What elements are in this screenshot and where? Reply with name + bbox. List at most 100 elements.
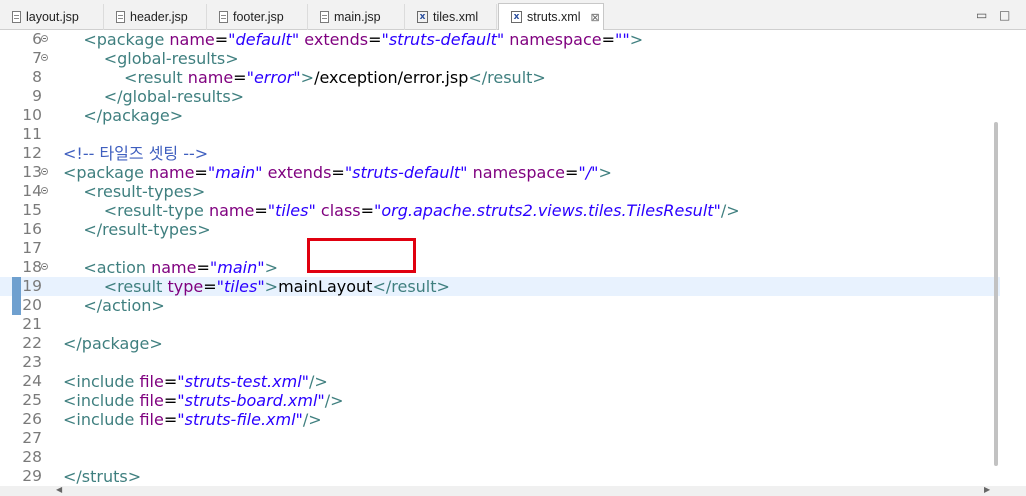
code-line[interactable]: 28	[0, 448, 1000, 467]
code-text: <result type="tiles">mainLayout</result>	[63, 277, 450, 296]
code-token: </package>	[63, 334, 163, 353]
code-line[interactable]: 24 <include file="struts-test.xml"/>	[0, 372, 1000, 391]
code-text: <global-results>	[63, 49, 239, 68]
vertical-scrollbar[interactable]	[1000, 30, 1026, 486]
maximize-icon[interactable]: □	[999, 8, 1010, 22]
close-tab-icon[interactable]: ⊠	[590, 11, 599, 24]
code-line[interactable]: 13 <package name="main" extends="struts-d…	[0, 163, 1000, 182]
code-text: </result-types>	[63, 220, 211, 239]
code-line[interactable]: 17	[0, 239, 1000, 258]
line-number: 7	[32, 49, 42, 67]
line-number: 6	[32, 30, 42, 48]
code-line[interactable]: 15 <result-type name="tiles" class="org.…	[0, 201, 1000, 220]
tab-label: main.jsp	[334, 10, 381, 24]
code-line[interactable]: 22 </package>	[0, 334, 1000, 353]
vertical-scrollbar-thumb[interactable]	[994, 122, 998, 466]
code-text: <result name="error">/exception/error.js…	[63, 68, 546, 87]
code-text: </action>	[63, 296, 164, 315]
code-editor[interactable]: 6 <package name="default" extends="strut…	[0, 30, 1000, 486]
line-number: 23	[22, 353, 42, 371]
code-line[interactable]: 21	[0, 315, 1000, 334]
code-token: =	[368, 30, 382, 49]
code-text: </struts>	[63, 467, 141, 486]
fold-toggle-icon[interactable]	[41, 263, 48, 270]
code-token: "struts-file.xml"	[177, 410, 303, 429]
tab-label: tiles.xml	[433, 10, 479, 24]
code-line[interactable]: 14 <result-types>	[0, 182, 1000, 201]
minimize-icon[interactable]: ▭	[976, 8, 987, 22]
code-token: <include	[63, 391, 140, 410]
code-token: </package>	[83, 106, 184, 125]
code-line[interactable]: 11	[0, 125, 1000, 144]
line-number: 13	[22, 163, 42, 181]
tab-label: struts.xml	[527, 10, 581, 24]
code-token: <result	[124, 68, 188, 87]
code-line[interactable]: 16 </result-types>	[0, 220, 1000, 239]
code-token: "/"	[578, 163, 599, 182]
code-text: <result-type name="tiles" class="org.apa…	[63, 201, 740, 220]
line-number: 17	[22, 239, 42, 257]
code-token: =	[203, 277, 217, 296]
code-token: <result-types>	[83, 182, 206, 201]
code-line[interactable]: 8 <result name="error">/exception/error.…	[0, 68, 1000, 87]
code-token: </result-types>	[83, 220, 211, 239]
jsp-file-icon	[219, 11, 228, 23]
fold-toggle-icon[interactable]	[41, 168, 48, 175]
line-number: 14	[22, 182, 42, 200]
code-token: />	[720, 201, 740, 220]
code-line[interactable]: 26 <include file="struts-file.xml"/>	[0, 410, 1000, 429]
code-text: <!-- 타일즈 셋팅 -->	[63, 144, 208, 163]
code-token: class	[320, 201, 361, 220]
tab-footer-jsp[interactable]: footer.jsp	[207, 4, 308, 30]
tab-layout-jsp[interactable]: layout.jsp	[0, 4, 104, 30]
code-line[interactable]: 12 <!-- 타일즈 셋팅 -->	[0, 144, 1000, 163]
line-number: 28	[22, 448, 42, 466]
annotation-highlight-box	[307, 238, 416, 273]
scroll-left-arrow-icon[interactable]: ◀	[56, 485, 62, 494]
code-line[interactable]: 9 </global-results>	[0, 87, 1000, 106]
code-line[interactable]: 18 <action name="main">	[0, 258, 1000, 277]
code-token: <package	[63, 163, 150, 182]
code-token: =	[601, 30, 616, 49]
code-token: file	[139, 410, 164, 429]
fold-toggle-icon[interactable]	[41, 187, 48, 194]
tab-main-jsp[interactable]: main.jsp	[308, 4, 405, 30]
horizontal-scrollbar[interactable]	[0, 486, 1026, 496]
code-token: namespace	[509, 30, 602, 49]
code-line[interactable]: 7 <global-results>	[0, 49, 1000, 68]
code-token: "struts-default"	[381, 30, 505, 49]
code-token: name	[169, 30, 215, 49]
tab-tiles-xml[interactable]: x tiles.xml	[405, 4, 497, 30]
code-line[interactable]: 27	[0, 429, 1000, 448]
code-text: <include file="struts-file.xml"/>	[63, 410, 322, 429]
tab-header-jsp[interactable]: header.jsp	[104, 4, 207, 30]
line-number: 25	[22, 391, 42, 409]
code-token: mainLayout	[278, 277, 373, 296]
code-line[interactable]: 10 </package>	[0, 106, 1000, 125]
code-line[interactable]: 20 </action>	[0, 296, 1000, 315]
code-line[interactable]: 25 <include file="struts-board.xml"/>	[0, 391, 1000, 410]
code-token: />	[302, 410, 322, 429]
code-token: =	[331, 163, 345, 182]
code-token: type	[167, 277, 204, 296]
fold-toggle-icon[interactable]	[41, 35, 48, 42]
line-number: 24	[22, 372, 42, 390]
tab-struts-xml[interactable]: x struts.xml ⊠	[498, 3, 604, 30]
fold-toggle-icon[interactable]	[41, 54, 48, 61]
scroll-right-arrow-icon[interactable]: ▶	[984, 485, 990, 494]
code-line[interactable]: 23	[0, 353, 1000, 372]
code-line[interactable]: 19 <result type="tiles">mainLayout</resu…	[0, 277, 1000, 296]
code-line[interactable]: 29 </struts>	[0, 467, 1000, 486]
code-token: "main"	[207, 163, 263, 182]
line-number: 9	[32, 87, 42, 105]
code-line[interactable]: 6 <package name="default" extends="strut…	[0, 30, 1000, 49]
line-number: 8	[32, 68, 42, 86]
xml-file-icon: x	[511, 11, 522, 23]
code-token: "tiles"	[267, 201, 316, 220]
code-token: "tiles"	[216, 277, 265, 296]
